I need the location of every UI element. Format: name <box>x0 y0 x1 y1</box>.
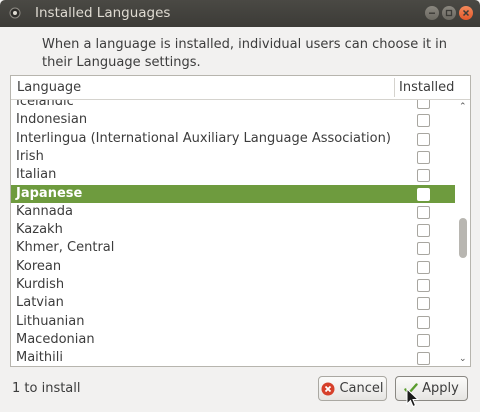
apply-label: Apply <box>422 381 459 396</box>
install-status: 1 to install <box>12 381 81 396</box>
language-row[interactable]: Italian <box>11 166 455 184</box>
titlebar[interactable]: Installed Languages <box>0 0 480 27</box>
language-name: Korean <box>16 258 62 274</box>
list-rows: Icelandic Indonesian Interlingua (Internat… <box>11 100 455 366</box>
minimize-icon[interactable] <box>425 6 439 20</box>
language-name: Indonesian <box>16 112 88 128</box>
installed-checkbox[interactable] <box>417 169 430 183</box>
language-row[interactable]: Indonesian <box>11 111 455 129</box>
installed-checkbox[interactable] <box>417 315 430 329</box>
language-name: Maithili <box>16 350 63 366</box>
checkmark-icon <box>419 190 428 198</box>
installed-checkbox[interactable] <box>417 187 430 201</box>
cancel-icon <box>321 382 335 395</box>
app-icon <box>9 7 21 19</box>
language-name: Kazakh <box>16 222 63 238</box>
language-row[interactable]: Khmer, Central <box>11 239 455 257</box>
installed-checkbox[interactable] <box>417 279 430 292</box>
cancel-button[interactable]: Cancel <box>318 376 387 401</box>
maximize-icon[interactable] <box>442 6 456 20</box>
list-header: Language Installed <box>11 76 470 100</box>
language-row[interactable]: Lithuanian <box>11 313 455 331</box>
installed-checkbox[interactable] <box>417 242 430 256</box>
language-list[interactable]: Language Installed Icelandic Indonesian In… <box>10 75 471 367</box>
installed-checkbox[interactable] <box>417 297 430 311</box>
installed-checkbox[interactable] <box>417 100 430 109</box>
scrollbar-thumb[interactable] <box>459 218 467 258</box>
language-row[interactable]: Maithili <box>11 349 455 366</box>
language-row[interactable]: Kazakh <box>11 221 455 239</box>
window-title: Installed Languages <box>35 5 171 21</box>
cancel-label: Cancel <box>339 381 384 396</box>
installed-checkbox[interactable] <box>417 224 430 238</box>
language-row[interactable]: Icelandic <box>11 100 455 111</box>
language-name: Japanese <box>16 185 83 201</box>
language-name: Icelandic <box>16 100 74 109</box>
language-row[interactable]: Korean <box>11 258 455 276</box>
language-row[interactable]: Kurdish <box>11 276 455 294</box>
scroll-up-icon[interactable]: ⌃ <box>459 102 467 112</box>
language-name: Khmer, Central <box>16 240 115 256</box>
language-row[interactable]: Kannada <box>11 203 455 221</box>
scrollbar[interactable]: ⌃ ⌄ <box>456 100 470 366</box>
installed-checkbox[interactable] <box>417 333 430 347</box>
language-row[interactable]: Interlingua (International Auxiliary Lan… <box>11 130 455 148</box>
language-name: Kannada <box>16 203 73 219</box>
close-icon[interactable] <box>459 6 473 20</box>
installed-languages-window: Installed Languages When a language is i… <box>0 0 480 412</box>
column-header-installed[interactable]: Installed <box>399 80 454 95</box>
language-name: Italian <box>16 167 57 183</box>
language-row[interactable]: Irish <box>11 148 455 166</box>
installed-checkbox[interactable] <box>417 132 430 146</box>
installed-checkbox[interactable] <box>417 205 430 219</box>
language-name: Kurdish <box>16 277 65 292</box>
language-name: Interlingua (International Auxiliary Lan… <box>16 130 391 146</box>
language-row[interactable]: Macedonian <box>11 331 455 349</box>
description-text: When a language is installed, individual… <box>42 37 448 70</box>
column-separator <box>394 78 395 97</box>
language-name: Macedonian <box>16 331 95 347</box>
installed-checkbox[interactable] <box>417 260 430 274</box>
language-name: Irish <box>16 148 44 164</box>
installed-checkbox[interactable] <box>417 150 430 164</box>
installed-checkbox[interactable] <box>417 114 430 128</box>
language-name: Latvian <box>16 295 64 311</box>
language-row[interactable]: Latvian <box>11 294 455 312</box>
scroll-down-icon[interactable]: ⌄ <box>459 354 467 364</box>
language-row[interactable]: Japanese <box>11 184 455 203</box>
mouse-cursor-icon <box>406 388 420 408</box>
language-name: Lithuanian <box>16 313 85 329</box>
column-header-language[interactable]: Language <box>17 80 81 95</box>
installed-checkbox[interactable] <box>417 352 430 366</box>
